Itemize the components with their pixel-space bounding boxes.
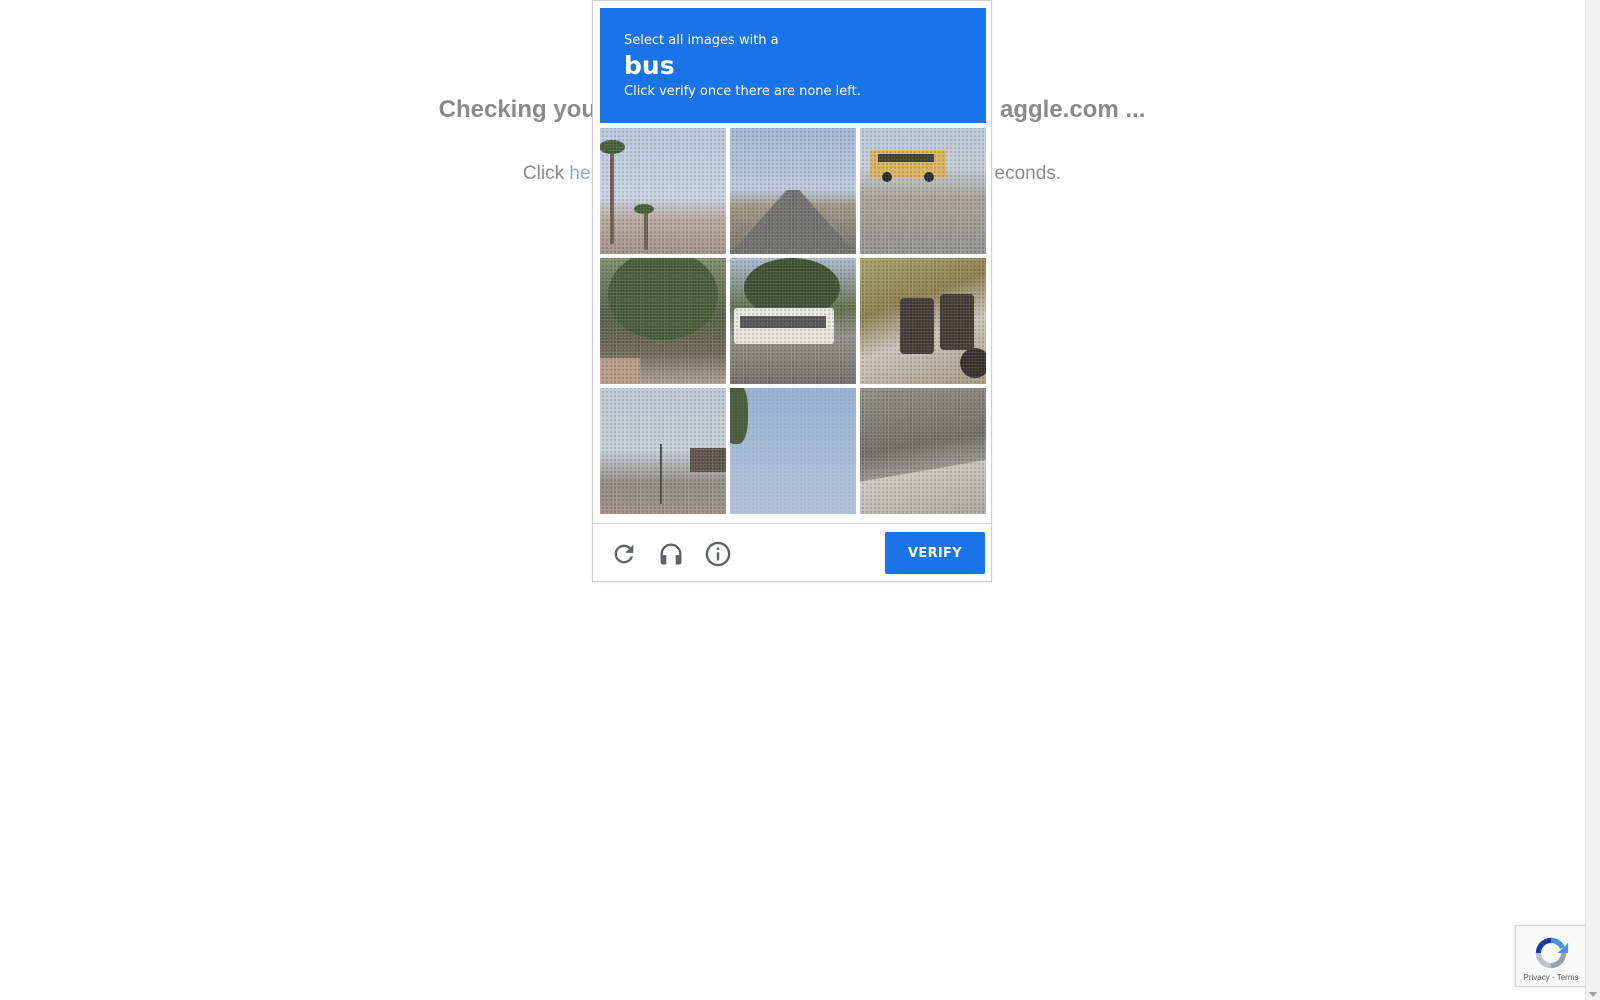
image-tile-7[interactable] (600, 388, 726, 514)
target-object: bus (624, 51, 675, 80)
headphones-icon[interactable] (657, 540, 685, 568)
image-tile-4[interactable] (600, 258, 726, 384)
captcha-challenge: Select all images with a bus Click verif… (592, 0, 992, 582)
line-prefix: Click (522, 163, 570, 184)
verify-button[interactable]: VERIFY (885, 532, 985, 574)
image-tile-9[interactable] (860, 388, 986, 514)
instruction-subtext: Click verify once there are none left. (624, 84, 861, 99)
image-tile-2[interactable] (730, 128, 856, 254)
reload-icon[interactable] (610, 540, 638, 568)
heading-left: Checking you (438, 96, 596, 123)
info-icon[interactable] (704, 540, 732, 568)
image-tile-1[interactable] (600, 128, 726, 254)
line-suffix: econds. (994, 163, 1062, 184)
privacy-terms-text[interactable]: Privacy - Terms (1516, 973, 1586, 982)
recaptcha-badge[interactable]: Privacy - Terms (1515, 925, 1585, 987)
image-tile-6[interactable] (860, 258, 986, 384)
page: Checking you aggle.com ... Click he econds… (0, 0, 1600, 1000)
here-link[interactable]: he (569, 163, 590, 184)
image-tile-5[interactable] (730, 258, 856, 384)
scroll-down-arrow-icon[interactable] (1589, 992, 1597, 997)
captcha-footer: VERIFY (593, 523, 991, 582)
image-tile-8[interactable] (730, 388, 856, 514)
heading-right: aggle.com ... (999, 96, 1146, 123)
captcha-header: Select all images with a bus Click verif… (600, 8, 986, 123)
recaptcha-logo-icon (1532, 934, 1570, 972)
image-grid (600, 128, 986, 515)
instruction-text: Select all images with a (624, 33, 779, 48)
image-tile-3[interactable] (860, 128, 986, 254)
page-scrollbar[interactable] (1585, 0, 1600, 1000)
